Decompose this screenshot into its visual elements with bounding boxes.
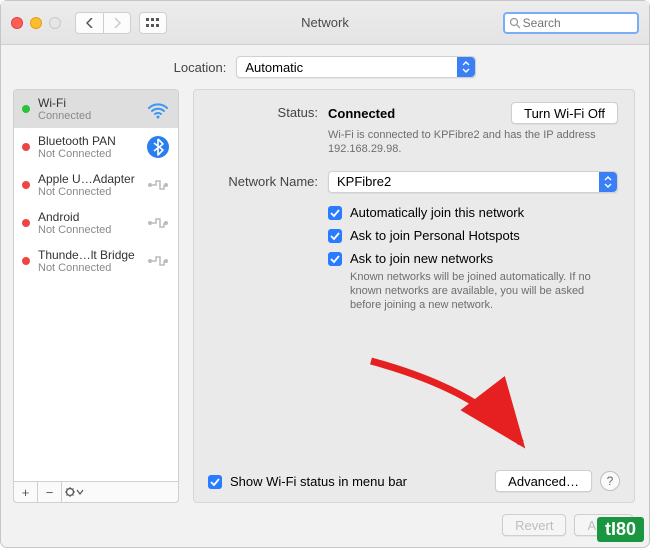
sidebar-item-label: Wi-Fi <box>38 96 138 110</box>
dropdown-arrows-icon <box>457 57 475 77</box>
sidebar-item-status: Connected <box>38 110 138 122</box>
sidebar-item-status: Not Connected <box>38 224 138 236</box>
sidebar-item-bluetooth-pan[interactable]: Bluetooth PAN Not Connected <box>14 128 178 166</box>
sidebar-item-label: Apple U…Adapter <box>38 172 138 186</box>
ethernet-icon <box>146 249 170 273</box>
sidebar-item-status: Not Connected <box>38 186 138 198</box>
back-button[interactable] <box>75 12 103 34</box>
service-list[interactable]: Wi-Fi Connected Bluetooth PAN Not Connec… <box>13 89 179 481</box>
window: Network Location: Automatic Wi-Fi Connec… <box>0 0 650 548</box>
watermark: tI80 <box>597 517 644 542</box>
location-row: Location: Automatic <box>1 45 649 89</box>
sidebar-panel: Wi-Fi Connected Bluetooth PAN Not Connec… <box>1 89 179 503</box>
dropdown-arrows-icon <box>599 172 617 192</box>
sidebar-item-status: Not Connected <box>38 148 138 160</box>
status-label: Status: <box>210 102 328 120</box>
status-dot-icon <box>22 181 30 189</box>
sidebar-item-thunderbolt-bridge[interactable]: Thunde…lt Bridge Not Connected <box>14 242 178 280</box>
titlebar: Network <box>1 1 649 45</box>
location-value: Automatic <box>245 60 303 75</box>
forward-button[interactable] <box>103 12 131 34</box>
minimize-button[interactable] <box>30 17 42 29</box>
ethernet-icon <box>146 173 170 197</box>
status-dot-icon <box>22 257 30 265</box>
sidebar-item-wifi[interactable]: Wi-Fi Connected <box>14 90 178 128</box>
show-all-button[interactable] <box>139 12 167 34</box>
window-footer: Revert Apply <box>1 503 649 547</box>
zoom-button <box>49 17 61 29</box>
location-label: Location: <box>174 60 227 75</box>
checkmark-icon <box>328 206 342 220</box>
sidebar-item-label: Bluetooth PAN <box>38 134 138 148</box>
location-dropdown[interactable]: Automatic <box>236 56 476 78</box>
revert-button[interactable]: Revert <box>502 514 566 536</box>
detail-panel: Status: Connected Turn Wi-Fi Off Wi-Fi i… <box>193 89 635 503</box>
sidebar-item-label: Android <box>38 210 138 224</box>
checkmark-icon <box>208 475 222 489</box>
wifi-icon <box>146 97 170 121</box>
ask-new-label: Ask to join new networks <box>350 251 493 266</box>
main-area: Wi-Fi Connected Bluetooth PAN Not Connec… <box>1 89 649 503</box>
close-button[interactable] <box>11 17 23 29</box>
ask-hotspot-checkbox[interactable]: Ask to join Personal Hotspots <box>328 228 618 243</box>
status-dot-icon <box>22 105 30 113</box>
auto-join-checkbox[interactable]: Automatically join this network <box>328 205 618 220</box>
status-dot-icon <box>22 143 30 151</box>
service-action-menu[interactable] <box>62 482 86 502</box>
window-title: Network <box>301 15 349 30</box>
sidebar-item-label: Thunde…lt Bridge <box>38 248 138 262</box>
network-name-value: KPFibre2 <box>337 174 391 189</box>
checkmark-icon <box>328 252 342 266</box>
ask-new-checkbox[interactable]: Ask to join new networks <box>328 251 618 266</box>
remove-service-button[interactable]: − <box>38 482 62 502</box>
nav-back-forward <box>75 12 131 34</box>
bluetooth-icon <box>146 135 170 159</box>
ask-hotspot-label: Ask to join Personal Hotspots <box>350 228 520 243</box>
auto-join-label: Automatically join this network <box>350 205 524 220</box>
window-controls <box>11 17 61 29</box>
sidebar-footer: + − <box>13 481 179 503</box>
ask-new-help: Known networks will be joined automatica… <box>350 270 618 313</box>
show-status-checkbox[interactable]: Show Wi-Fi status in menu bar <box>208 474 407 489</box>
network-name-dropdown[interactable]: KPFibre2 <box>328 171 618 193</box>
search-field[interactable] <box>503 12 639 34</box>
checkmark-icon <box>328 229 342 243</box>
status-subtext: Wi-Fi is connected to KPFibre2 and has t… <box>328 128 618 157</box>
show-status-label: Show Wi-Fi status in menu bar <box>230 474 407 489</box>
sidebar-item-apple-adapter[interactable]: Apple U…Adapter Not Connected <box>14 166 178 204</box>
add-service-button[interactable]: + <box>14 482 38 502</box>
ethernet-icon <box>146 211 170 235</box>
sidebar-item-android[interactable]: Android Not Connected <box>14 204 178 242</box>
turn-wifi-off-button[interactable]: Turn Wi-Fi Off <box>511 102 618 124</box>
status-dot-icon <box>22 219 30 227</box>
search-input[interactable] <box>523 16 633 30</box>
status-value: Connected <box>328 106 395 121</box>
sidebar-item-status: Not Connected <box>38 262 138 274</box>
help-button[interactable]: ? <box>600 471 620 491</box>
network-name-label: Network Name: <box>210 171 328 189</box>
advanced-button[interactable]: Advanced… <box>495 470 592 492</box>
